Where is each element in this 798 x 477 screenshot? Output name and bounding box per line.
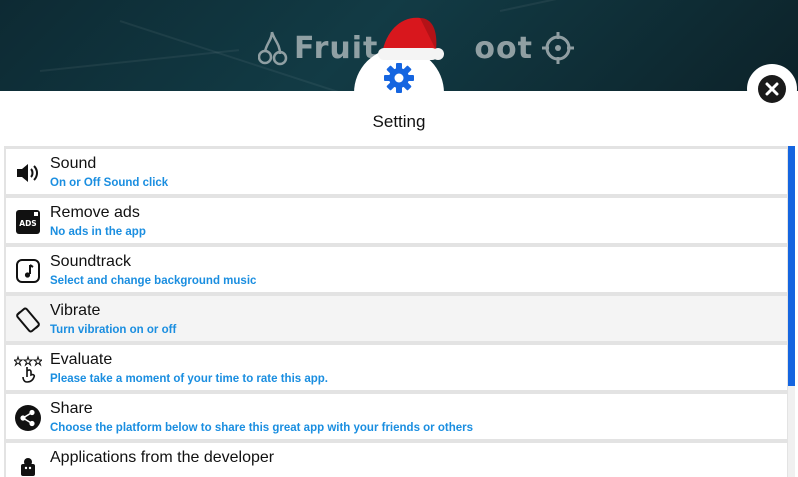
settings-item-subtitle: On or Off Sound click: [50, 177, 169, 189]
settings-item-label: Evaluate: [50, 351, 113, 368]
settings-item-soundtrack[interactable]: Soundtrack Select and change background …: [6, 247, 787, 292]
settings-item-vibrate[interactable]: Vibrate Turn vibration on or off: [6, 296, 787, 341]
share-icon: [14, 404, 42, 432]
santa-hat-icon: [378, 17, 444, 60]
settings-item-label: Remove ads: [50, 204, 140, 221]
settings-list: Sound On or Off Sound click ADS Remove a…: [4, 146, 791, 477]
settings-item-developer-apps[interactable]: Applications from the developer: [6, 443, 787, 477]
settings-item-evaluate[interactable]: Evaluate Please take a moment of your ti…: [6, 345, 787, 390]
settings-item-share[interactable]: Share Choose the platform below to share…: [6, 394, 787, 439]
settings-item-subtitle: Turn vibration on or off: [50, 324, 177, 336]
settings-item-subtitle: Select and change background music: [50, 275, 257, 287]
logo-text-right: oot: [474, 30, 533, 66]
svg-text:ADS: ADS: [19, 219, 36, 228]
settings-item-subtitle: Please take a moment of your time to rat…: [50, 373, 328, 385]
close-icon: [758, 75, 786, 103]
close-button[interactable]: [747, 64, 797, 114]
scrollbar-thumb[interactable]: [788, 146, 795, 386]
settings-item-label: Soundtrack: [50, 253, 131, 270]
settings-item-sound[interactable]: Sound On or Off Sound click: [6, 149, 787, 194]
settings-item-remove-ads[interactable]: ADS Remove ads No ads in the app: [6, 198, 787, 243]
ads-icon: ADS: [14, 208, 42, 236]
settings-item-label: Sound: [50, 155, 97, 172]
rate-stars-icon: [14, 355, 42, 383]
settings-item-subtitle: Choose the platform below to share this …: [50, 422, 473, 434]
gear-icon: [384, 63, 414, 93]
cherry-icon: [258, 31, 288, 66]
logo-text-left: Fruit: [294, 30, 379, 66]
settings-item-label: Applications from the developer: [50, 449, 275, 466]
developer-apps-icon: [14, 453, 42, 477]
speaker-icon: [14, 159, 42, 187]
crosshair-icon: [541, 32, 574, 64]
list-scrollbar[interactable]: [788, 146, 795, 477]
settings-item-label: Share: [50, 400, 93, 417]
music-note-icon: [14, 257, 42, 285]
settings-item-label: Vibrate: [50, 302, 101, 319]
settings-item-subtitle: No ads in the app: [50, 226, 146, 238]
page-title: Setting: [372, 112, 426, 131]
vibrate-icon: [14, 306, 42, 334]
